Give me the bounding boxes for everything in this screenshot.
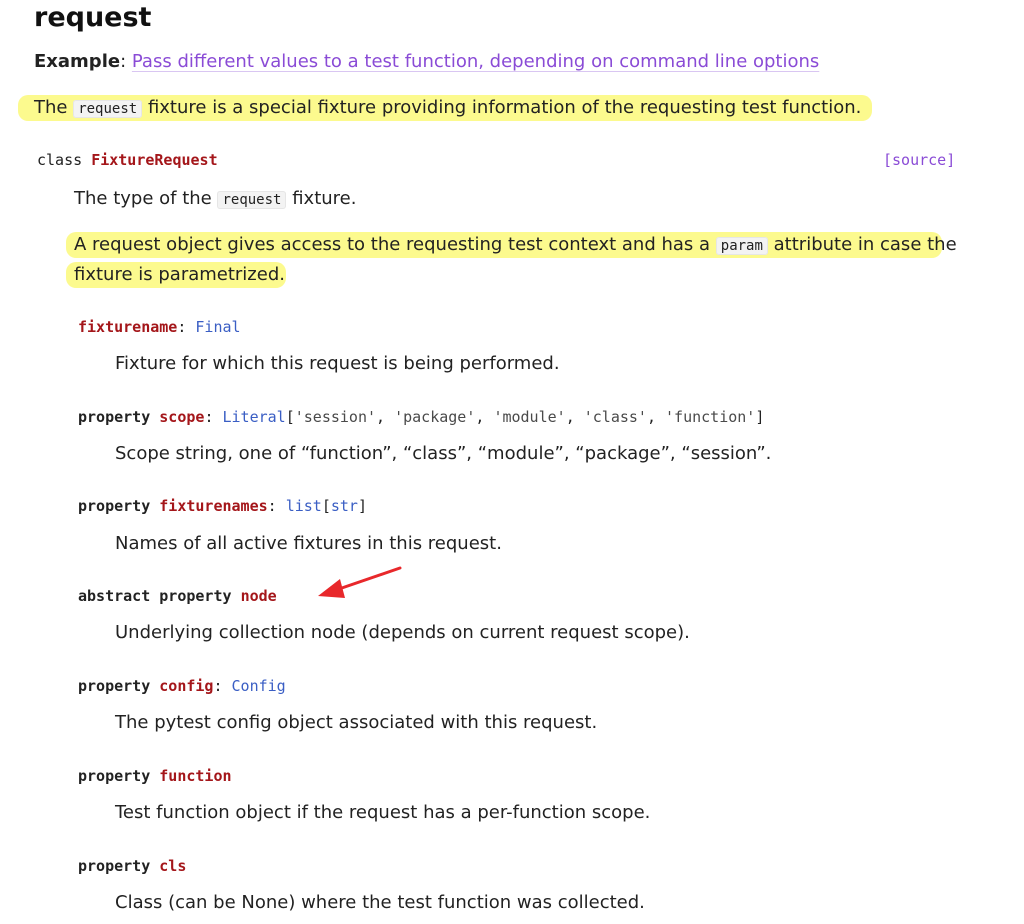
member-colon: : — [213, 677, 232, 695]
member-prefix: property — [78, 677, 160, 695]
intro-text-before: The — [34, 97, 74, 118]
intro-text-after: fixture is a special fixture providing i… — [142, 97, 862, 118]
class-keyword: class — [37, 151, 83, 169]
member-name: fixturename — [78, 318, 178, 336]
red-arrow-icon — [318, 566, 402, 598]
member-colon: : — [177, 318, 196, 336]
member-name: cls — [159, 857, 187, 875]
member-prefix: abstract property — [78, 587, 241, 605]
member-prefix: property — [78, 767, 160, 785]
member-name: node — [240, 587, 277, 605]
example-sep: : — [120, 51, 127, 72]
class-desc2-before: A request object gives access to the req… — [74, 234, 716, 255]
member-name: function — [159, 767, 232, 785]
example-link[interactable]: Pass different values to a test function… — [132, 51, 819, 72]
member-colon: : — [267, 497, 286, 515]
page-title: request — [34, 2, 152, 33]
member-signature-cls: property cls — [78, 857, 186, 875]
type-bracket: ] — [357, 497, 367, 515]
literal-part: ] — [755, 408, 765, 426]
member-signature-config: property config: Config — [78, 677, 286, 695]
intro-code-request: request — [73, 100, 143, 118]
literal-part: , — [565, 408, 584, 426]
source-link[interactable]: [source] — [883, 151, 955, 169]
literal-part: 'module' — [493, 408, 566, 426]
member-prefix: property — [78, 408, 160, 426]
class-desc2-code: param — [715, 237, 768, 255]
literal-part: , — [475, 408, 494, 426]
member-name: fixturenames — [159, 497, 268, 515]
literal-part: 'package' — [394, 408, 476, 426]
class-description-2-line2: fixture is parametrized. — [74, 264, 285, 285]
example-label: Example — [34, 51, 121, 72]
member-desc-node: Underlying collection node (depends on c… — [115, 622, 690, 643]
literal-part: 'function' — [665, 408, 756, 426]
member-desc-fixturename: Fixture for which this request is being … — [115, 353, 560, 374]
intro-paragraph: The request fixture is a special fixture… — [34, 93, 861, 124]
literal-part: , — [376, 408, 395, 426]
type-bracket: [ — [321, 497, 331, 515]
member-type[interactable]: Literal — [223, 408, 286, 426]
member-desc-cls: Class (can be None) where the test funct… — [115, 892, 645, 913]
literal-part: 'class' — [583, 408, 647, 426]
member-type[interactable]: Config — [232, 677, 286, 695]
member-type[interactable]: Final — [195, 318, 240, 336]
member-signature-fixturename: fixturename: Final — [78, 318, 241, 336]
member-signature-scope: property scope: Literal['session', 'pack… — [78, 408, 764, 426]
member-desc-fixturenames: Names of all active fixtures in this req… — [115, 533, 502, 554]
example-line: Example: Pass different values to a test… — [34, 51, 819, 72]
class-desc1-after: fixture. — [286, 188, 357, 209]
member-prefix: property — [78, 497, 160, 515]
member-type-inner[interactable]: str — [331, 497, 358, 515]
class-description-2: A request object gives access to the req… — [74, 230, 957, 261]
member-desc-config: The pytest config object associated with… — [115, 712, 598, 733]
literal-part: , — [646, 408, 666, 426]
member-signature-node: abstract property node — [78, 587, 277, 605]
class-name: FixtureRequest — [91, 151, 218, 169]
member-desc-scope: Scope string, one of “function”, “class”… — [115, 443, 772, 464]
member-signature-fixturenames: property fixturenames: list[str] — [78, 497, 367, 515]
class-description-1: The type of the request fixture. — [74, 184, 356, 215]
member-type[interactable]: list — [286, 497, 322, 515]
member-name: config — [159, 677, 214, 695]
class-desc1-before: The type of the — [74, 188, 218, 209]
member-colon: : — [204, 408, 223, 426]
class-signature: class FixtureRequest — [37, 151, 218, 169]
class-desc1-code: request — [217, 191, 287, 209]
member-desc-function: Test function object if the request has … — [115, 802, 651, 823]
class-desc2-after: attribute in case the — [767, 234, 957, 255]
member-signature-function: property function — [78, 767, 232, 785]
member-name: scope — [159, 408, 205, 426]
literal-part: [ — [285, 408, 295, 426]
literal-part: 'session' — [294, 408, 377, 426]
member-prefix: property — [78, 857, 160, 875]
